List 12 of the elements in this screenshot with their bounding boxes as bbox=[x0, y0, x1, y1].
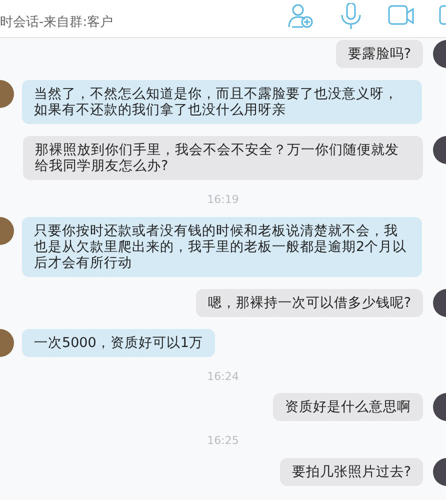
message-bubble: 嗯，那裸持一次可以借多少钱呢? bbox=[196, 288, 423, 316]
message-timestamp: 16:19 bbox=[206, 192, 240, 208]
message-bubble: 要拍几张照片过去? bbox=[280, 458, 423, 486]
message-bubble: 要露脸吗? bbox=[336, 40, 423, 68]
message-bubble: 只要你按时还款或者没有钱的时候和老板说清楚就不会，我也是从欠款里爬出来的，我手里的老板一般都是逾期2个月以后才会有所行动 bbox=[22, 216, 422, 276]
message-timestamp: 16:25 bbox=[206, 433, 240, 449]
message-bubble: 资质好是什么意思啊 bbox=[273, 393, 423, 421]
message-bubble: 那裸照放到你们手里，我会不会不安全？万一你们随便就发给我同学朋友怎么办? bbox=[23, 136, 423, 180]
message-bubble: 当然了，不然怎么知道是你，而且不露脸要了也没意义呀，如果有不还款的我们拿了也没什么用呀亲 bbox=[22, 80, 422, 124]
message-timestamp: 16:24 bbox=[206, 368, 240, 384]
chat-subtitle: 时会话-来自群:客户 bbox=[0, 16, 114, 29]
message-bubble: 一次5000，资质好可以1万 bbox=[22, 328, 215, 356]
